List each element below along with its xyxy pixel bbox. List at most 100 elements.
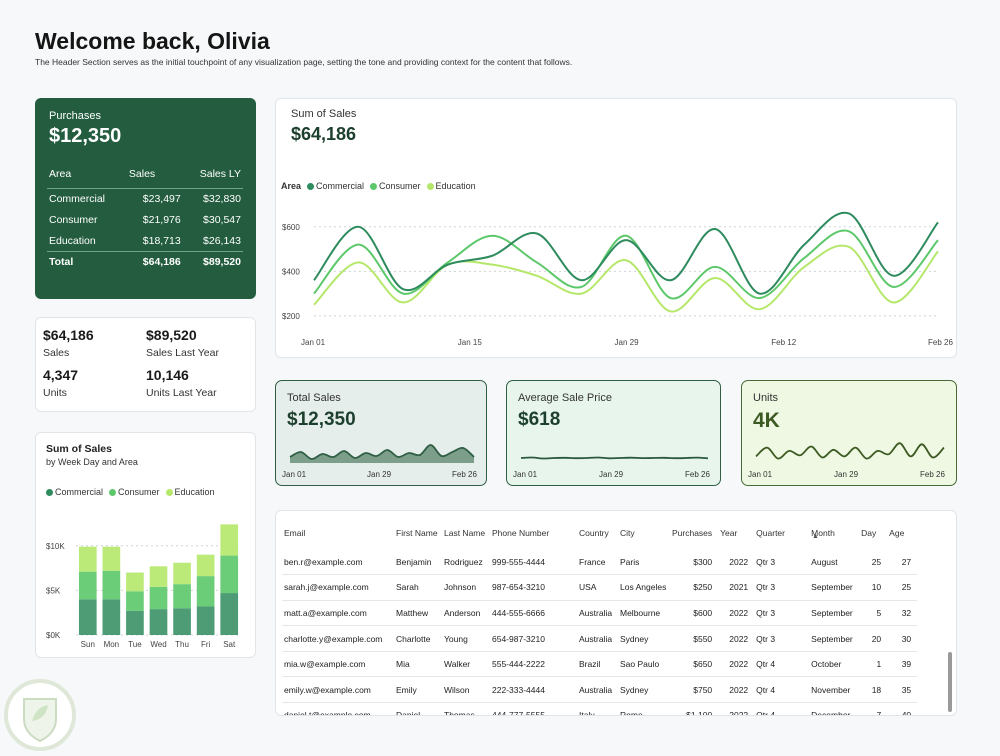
table-cell: 32 bbox=[887, 600, 918, 627]
column-header[interactable]: Email bbox=[282, 517, 394, 549]
series-line-commercial bbox=[313, 211, 939, 295]
bar-commercial bbox=[173, 608, 191, 635]
table-cell: ben.r@example.com bbox=[282, 549, 394, 576]
avg-price-card: Average Sale Price $618 Jan 01 Jan 29 Fe… bbox=[506, 380, 721, 486]
table-row: Consumer $21,976 $30,547 bbox=[47, 210, 243, 231]
kpi-sales-label: Sales bbox=[43, 347, 70, 359]
bar-commercial bbox=[220, 593, 239, 635]
column-header[interactable]: Last Name bbox=[442, 517, 490, 549]
table-scrollbar[interactable] bbox=[948, 652, 952, 712]
kpi-sales-ly-value: $89,520 bbox=[146, 327, 197, 343]
sales-cell: $23,497 bbox=[142, 193, 181, 206]
table-cell: $550 bbox=[670, 625, 719, 652]
table-cell: 7 bbox=[859, 702, 888, 715]
table-cell: 2022 bbox=[718, 600, 755, 627]
table-cell: Italy bbox=[577, 702, 618, 715]
sparkline-area bbox=[290, 444, 474, 463]
x-tick-label: Fri bbox=[201, 640, 211, 649]
table-cell: Rome bbox=[618, 702, 670, 715]
sales-cell: $18,713 bbox=[142, 234, 181, 247]
purchases-label: Purchases bbox=[49, 110, 101, 122]
table-row[interactable]: charlotte.y@example.com Charlotte Young 654… bbox=[282, 625, 918, 652]
table-cell: Sarah bbox=[394, 574, 442, 601]
table-cell: Australia bbox=[577, 676, 618, 704]
table-cell: 222-333-4444 bbox=[490, 676, 577, 704]
kpi-card: $64,186 Sales $89,520 Sales Last Year 4,… bbox=[35, 317, 256, 412]
column-header[interactable]: Year bbox=[718, 517, 754, 549]
bar-consumer bbox=[220, 555, 239, 594]
table-row[interactable]: daniel.t@example.com Daniel Thomas 444-777-… bbox=[282, 702, 918, 715]
bar-education bbox=[126, 572, 144, 592]
sales-ly-cell: $30,547 bbox=[203, 214, 241, 226]
table-cell: 1 bbox=[859, 651, 888, 678]
bar-consumer bbox=[126, 591, 144, 611]
column-header[interactable]: Day bbox=[859, 517, 887, 549]
column-header[interactable]: Purchases bbox=[670, 517, 718, 549]
bar-education bbox=[220, 524, 239, 556]
bar-education bbox=[173, 562, 191, 585]
column-header[interactable]: Country bbox=[577, 517, 618, 549]
table-cell: Matthew bbox=[394, 600, 442, 627]
table-row[interactable]: mia.w@example.com Mia Walker 555-444-2222 Br… bbox=[282, 651, 918, 678]
axis-tick: Feb 26 bbox=[452, 470, 477, 479]
purchases-table: Area Sales Sales LY Commercial $23,497 $… bbox=[47, 166, 243, 273]
page-title: Welcome back, Olivia bbox=[35, 28, 270, 54]
table-cell: Daniel bbox=[394, 702, 442, 715]
table-cell: Australia bbox=[577, 600, 618, 627]
y-tick-label: $200 bbox=[282, 312, 300, 321]
table-cell: mia.w@example.com bbox=[282, 651, 394, 678]
sales-ly-cell: $26,143 bbox=[203, 234, 241, 247]
table-row[interactable]: emily.w@example.com Emily Wilson 222-333-44… bbox=[282, 676, 918, 704]
table-cell: 654-987-3210 bbox=[490, 625, 577, 652]
table-cell: October bbox=[809, 651, 860, 678]
table-row[interactable]: ben.r@example.com Benjamin Rodriguez 999-55… bbox=[282, 549, 918, 576]
bar-commercial bbox=[196, 606, 215, 635]
column-header[interactable]: Phone Number bbox=[490, 517, 577, 549]
table-cell: Melbourne bbox=[618, 600, 670, 627]
column-header[interactable]: Age bbox=[887, 517, 917, 549]
x-tick-label: Mon bbox=[104, 640, 120, 649]
kpi-sales-ly-label: Sales Last Year bbox=[146, 347, 219, 359]
bar-consumer bbox=[173, 584, 191, 609]
table-cell: emily.w@example.com bbox=[282, 676, 394, 704]
table-cell: 444-777-5555 bbox=[490, 702, 577, 715]
x-tick-label: Wed bbox=[150, 640, 166, 649]
column-header[interactable]: Quarter bbox=[754, 517, 809, 549]
sales-line-chart: $600 $400 $200 Jan 01 Jan 15 Jan 29 Feb 12 Feb … bbox=[282, 211, 953, 347]
table-cell: Qtr 3 bbox=[754, 600, 810, 627]
table-cell: matt.a@example.com bbox=[282, 600, 394, 627]
table-row[interactable]: sarah.j@example.com Sarah Johnson 987-654-3… bbox=[282, 574, 918, 601]
y-tick-label: $0K bbox=[46, 631, 61, 640]
table-cell: USA bbox=[577, 574, 618, 601]
kpi-units-ly-value: 10,146 bbox=[146, 367, 189, 383]
table-cell: Qtr 4 bbox=[754, 651, 810, 678]
series-line-education bbox=[313, 244, 939, 313]
table-cell: 5 bbox=[859, 600, 888, 627]
main-chart-card: Sum of Sales $64,186 Area Commercial Con… bbox=[275, 98, 957, 358]
axis-tick: Jan 29 bbox=[367, 470, 392, 479]
column-header[interactable]: First Name bbox=[394, 517, 442, 549]
kpi-units-value: 4,347 bbox=[43, 367, 79, 383]
table-cell: 18 bbox=[859, 676, 888, 704]
table-row[interactable]: matt.a@example.com Matthew Anderson 444-555… bbox=[282, 600, 918, 627]
y-tick-label: $10K bbox=[46, 542, 65, 551]
customer-grid: Email First Name Last Name Phone Number Coun… bbox=[282, 517, 918, 715]
total-row: Total $64,186 $89,520 bbox=[47, 251, 243, 273]
table-cell: daniel.t@example.com bbox=[282, 702, 394, 715]
table-cell: 39 bbox=[887, 651, 918, 678]
sort-asc-icon[interactable]: ▲ bbox=[812, 533, 819, 540]
table-cell: $650 bbox=[670, 651, 719, 678]
units-card: Units 4K Jan 01 Jan 29 Feb 26 bbox=[741, 380, 957, 486]
y-tick-label: $5K bbox=[46, 586, 61, 595]
area-cell: Education bbox=[49, 234, 96, 247]
axis-tick: Feb 26 bbox=[920, 470, 945, 479]
total-label: Total bbox=[47, 251, 127, 273]
column-header[interactable]: City bbox=[618, 517, 670, 549]
table-cell: Sydney bbox=[618, 676, 670, 704]
table-cell: November bbox=[809, 676, 860, 704]
x-tick-label: Thu bbox=[175, 640, 189, 649]
table-cell: 25 bbox=[887, 574, 918, 601]
table-cell: 999-555-4444 bbox=[490, 549, 577, 576]
table-cell: Charlotte bbox=[394, 625, 442, 652]
weekday-bar-chart: $10K $5K $0K Sun Mon Tue Wed Thu Fri Sat bbox=[46, 524, 241, 649]
